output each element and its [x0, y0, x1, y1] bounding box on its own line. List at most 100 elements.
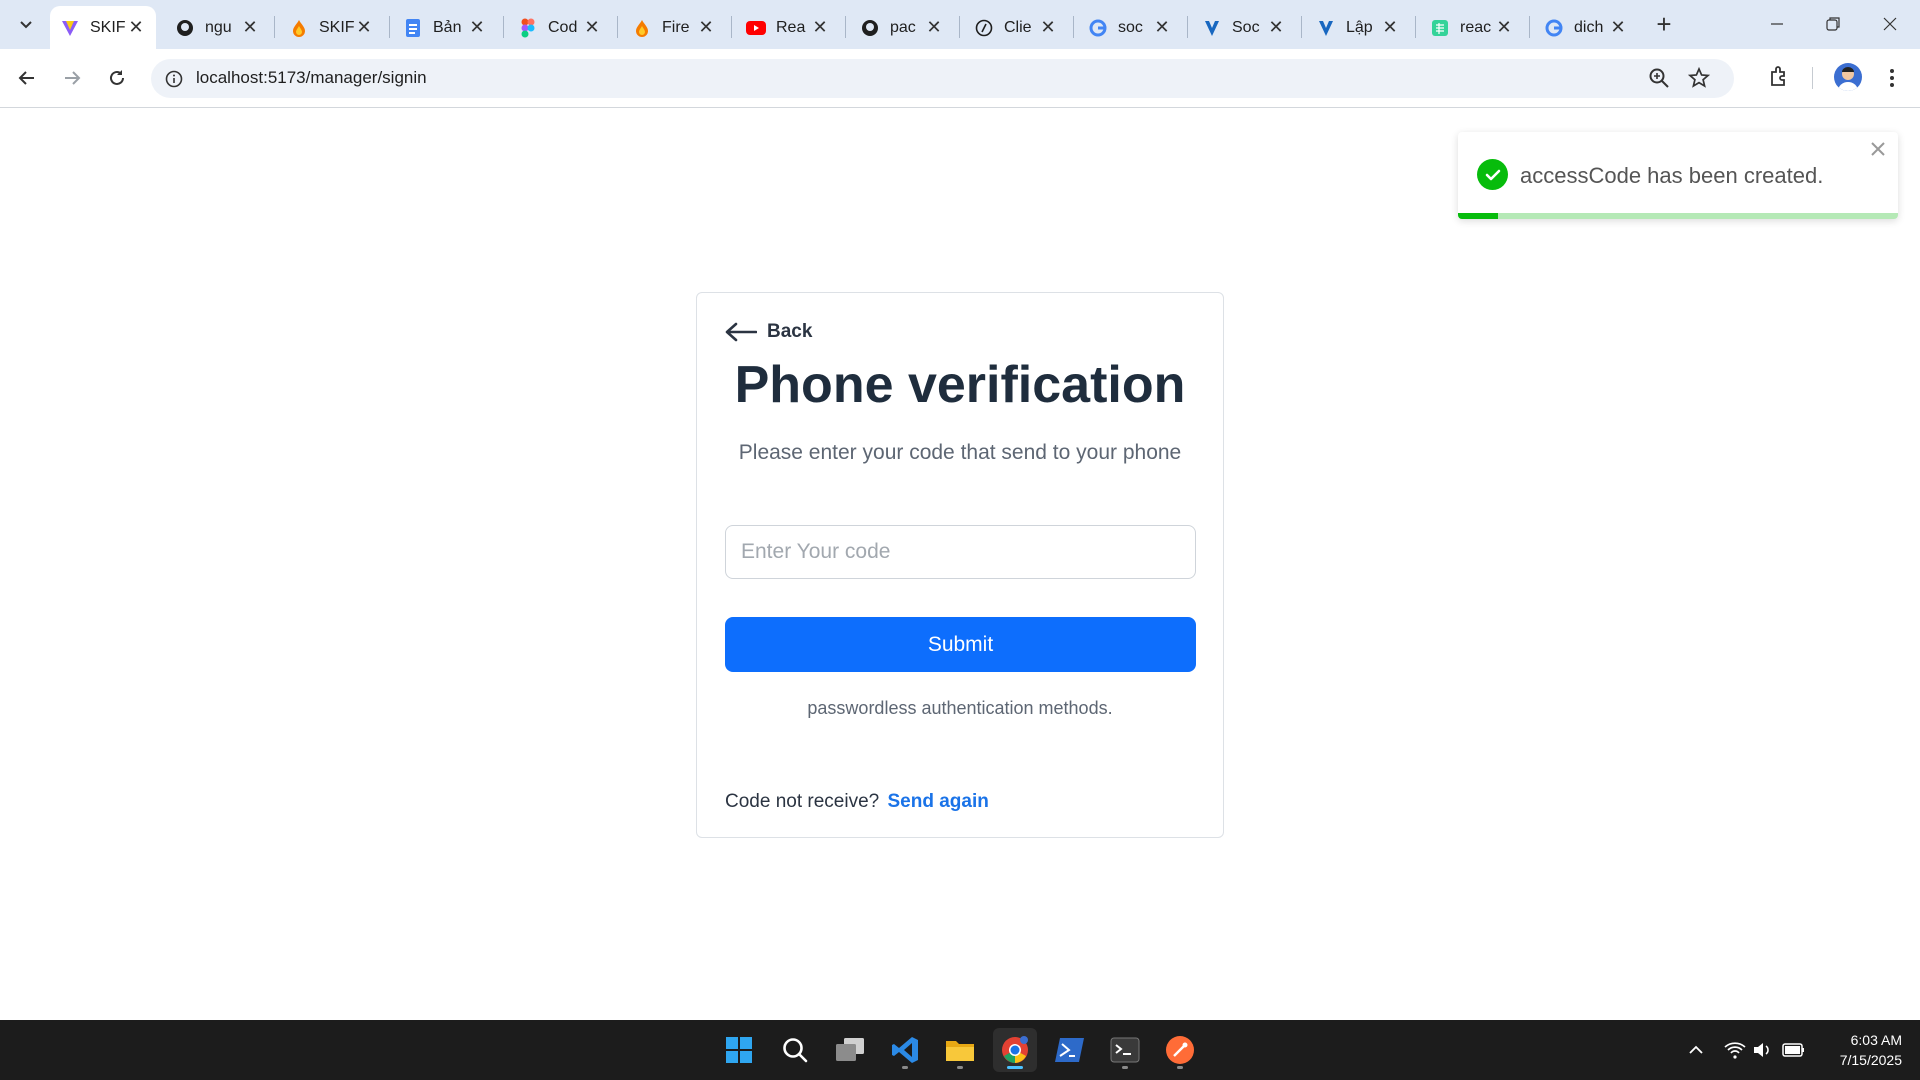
close-tab-icon[interactable]: ✕ [1266, 17, 1286, 38]
close-tab-icon[interactable]: ✕ [696, 17, 716, 38]
tab-search-button[interactable] [11, 9, 41, 39]
chrome-icon[interactable] [993, 1028, 1037, 1072]
toast-close-button[interactable] [1868, 139, 1888, 159]
close-icon [1883, 17, 1897, 31]
tab-firebase[interactable]: SKIF ✕ [279, 6, 384, 49]
windows-start-icon[interactable] [717, 1028, 761, 1072]
running-indicator [1122, 1066, 1128, 1069]
send-again-link[interactable]: Send again [888, 791, 989, 812]
sheets-icon [1430, 18, 1450, 38]
toast-progress-bar [1458, 213, 1498, 219]
terminal-icon[interactable] [1103, 1028, 1147, 1072]
tab-google-translate[interactable]: dich ✕ [1534, 6, 1638, 49]
restore-button[interactable] [1813, 8, 1853, 40]
arrow-left-icon [725, 322, 757, 342]
tab-figma[interactable]: Cod ✕ [508, 6, 612, 49]
extensions-icon[interactable] [1768, 64, 1796, 92]
close-tab-icon[interactable]: ✕ [467, 17, 487, 38]
powershell-icon[interactable] [1048, 1028, 1092, 1072]
vuetify-icon [1316, 18, 1336, 38]
close-tab-icon[interactable]: ✕ [1152, 17, 1172, 38]
clock-date: 7/15/2025 [1839, 1052, 1902, 1068]
tab-vuetify-2[interactable]: Lập ✕ [1306, 6, 1410, 49]
resend-row: Code not receive? Send again [725, 791, 989, 813]
close-tab-icon[interactable]: ✕ [1608, 17, 1628, 38]
battery-icon[interactable] [1782, 1038, 1806, 1062]
close-window-button[interactable] [1870, 8, 1910, 40]
url-text[interactable]: localhost:5173/manager/signin [196, 68, 427, 88]
tab-github-2[interactable]: pac ✕ [850, 6, 954, 49]
tab-separator [1301, 16, 1302, 38]
submit-button[interactable]: Submit [725, 617, 1196, 672]
zoom-icon[interactable] [1648, 67, 1672, 91]
arrow-right-icon [65, 71, 81, 85]
close-tab-icon[interactable]: ✕ [810, 17, 830, 38]
resend-prompt: Code not receive? [725, 791, 880, 812]
volume-icon[interactable] [1751, 1038, 1775, 1062]
close-tab-icon[interactable]: ✕ [240, 17, 260, 38]
tab-separator [1415, 16, 1416, 38]
profile-avatar[interactable] [1834, 63, 1862, 91]
github-icon [860, 18, 880, 38]
tab-skif[interactable]: SKIF ✕ [50, 6, 156, 49]
firebase-icon [632, 18, 652, 38]
close-tab-icon[interactable]: ✕ [354, 17, 374, 38]
close-tab-icon[interactable]: ✕ [582, 17, 602, 38]
arrow-left-icon [18, 71, 34, 85]
toast-progress-track [1458, 213, 1898, 219]
reload-button[interactable] [99, 60, 135, 96]
page-title: Phone verification [734, 356, 1186, 414]
vscode-icon[interactable] [883, 1028, 927, 1072]
youtube-icon [746, 18, 766, 38]
chevron-up-icon[interactable] [1684, 1038, 1708, 1062]
back-label: Back [767, 321, 813, 342]
minimize-button[interactable] [1757, 8, 1797, 40]
wifi-icon[interactable] [1723, 1038, 1747, 1062]
tab-client[interactable]: Clie ✕ [964, 6, 1068, 49]
postman-icon[interactable] [1158, 1028, 1202, 1072]
close-tab-icon[interactable]: ✕ [1494, 17, 1514, 38]
forward-button[interactable] [54, 60, 90, 96]
close-tab-icon[interactable]: ✕ [1038, 17, 1058, 38]
compass-icon [974, 18, 994, 38]
address-bar[interactable]: localhost:5173/manager/signin [151, 59, 1734, 98]
site-info-icon[interactable] [163, 68, 185, 90]
back-link[interactable]: Back [725, 321, 812, 343]
tab-youtube[interactable]: Rea ✕ [736, 6, 840, 49]
code-input[interactable] [725, 525, 1196, 579]
browser-toolbar: localhost:5173/manager/signin [0, 49, 1920, 108]
close-tab-icon[interactable]: ✕ [126, 17, 146, 38]
close-tab-icon[interactable]: ✕ [1380, 17, 1400, 38]
running-indicator [902, 1066, 908, 1069]
toolbar-separator [1812, 67, 1813, 89]
tab-google-docs[interactable]: Bản ✕ [393, 6, 497, 49]
search-icon[interactable] [773, 1028, 817, 1072]
tab-google-search[interactable]: soc ✕ [1078, 6, 1182, 49]
figma-icon [518, 18, 538, 38]
task-view-icon[interactable] [828, 1028, 872, 1072]
tab-vuetify[interactable]: Soc ✕ [1192, 6, 1296, 49]
tab-separator [503, 16, 504, 38]
close-tab-icon[interactable]: ✕ [924, 17, 944, 38]
tab-separator [845, 16, 846, 38]
running-indicator [1007, 1066, 1023, 1069]
browser-menu-icon[interactable] [1880, 63, 1904, 93]
tab-separator [274, 16, 275, 38]
back-button[interactable] [9, 60, 45, 96]
toast-message: accessCode has been created. [1520, 163, 1824, 188]
tab-github[interactable]: ngu ✕ [165, 6, 270, 49]
file-explorer-icon[interactable] [938, 1028, 982, 1072]
page-subtitle: Please enter your code that send to your… [738, 441, 1182, 464]
close-icon [1871, 142, 1885, 156]
github-icon [175, 18, 195, 38]
system-clock[interactable]: 6:03 AM 7/15/2025 [1812, 1030, 1902, 1070]
google-docs-icon [403, 18, 423, 38]
tab-sheets[interactable]: reac ✕ [1420, 6, 1524, 49]
auth-methods-text: passwordless authentication methods. [807, 698, 1113, 718]
new-tab-button[interactable]: + [1650, 9, 1678, 39]
tab-separator [389, 16, 390, 38]
tab-firebase-2[interactable]: Fire ✕ [622, 6, 726, 49]
success-toast: accessCode has been created. [1458, 132, 1898, 219]
bookmark-star-icon[interactable] [1687, 66, 1712, 91]
tab-separator [1529, 16, 1530, 38]
